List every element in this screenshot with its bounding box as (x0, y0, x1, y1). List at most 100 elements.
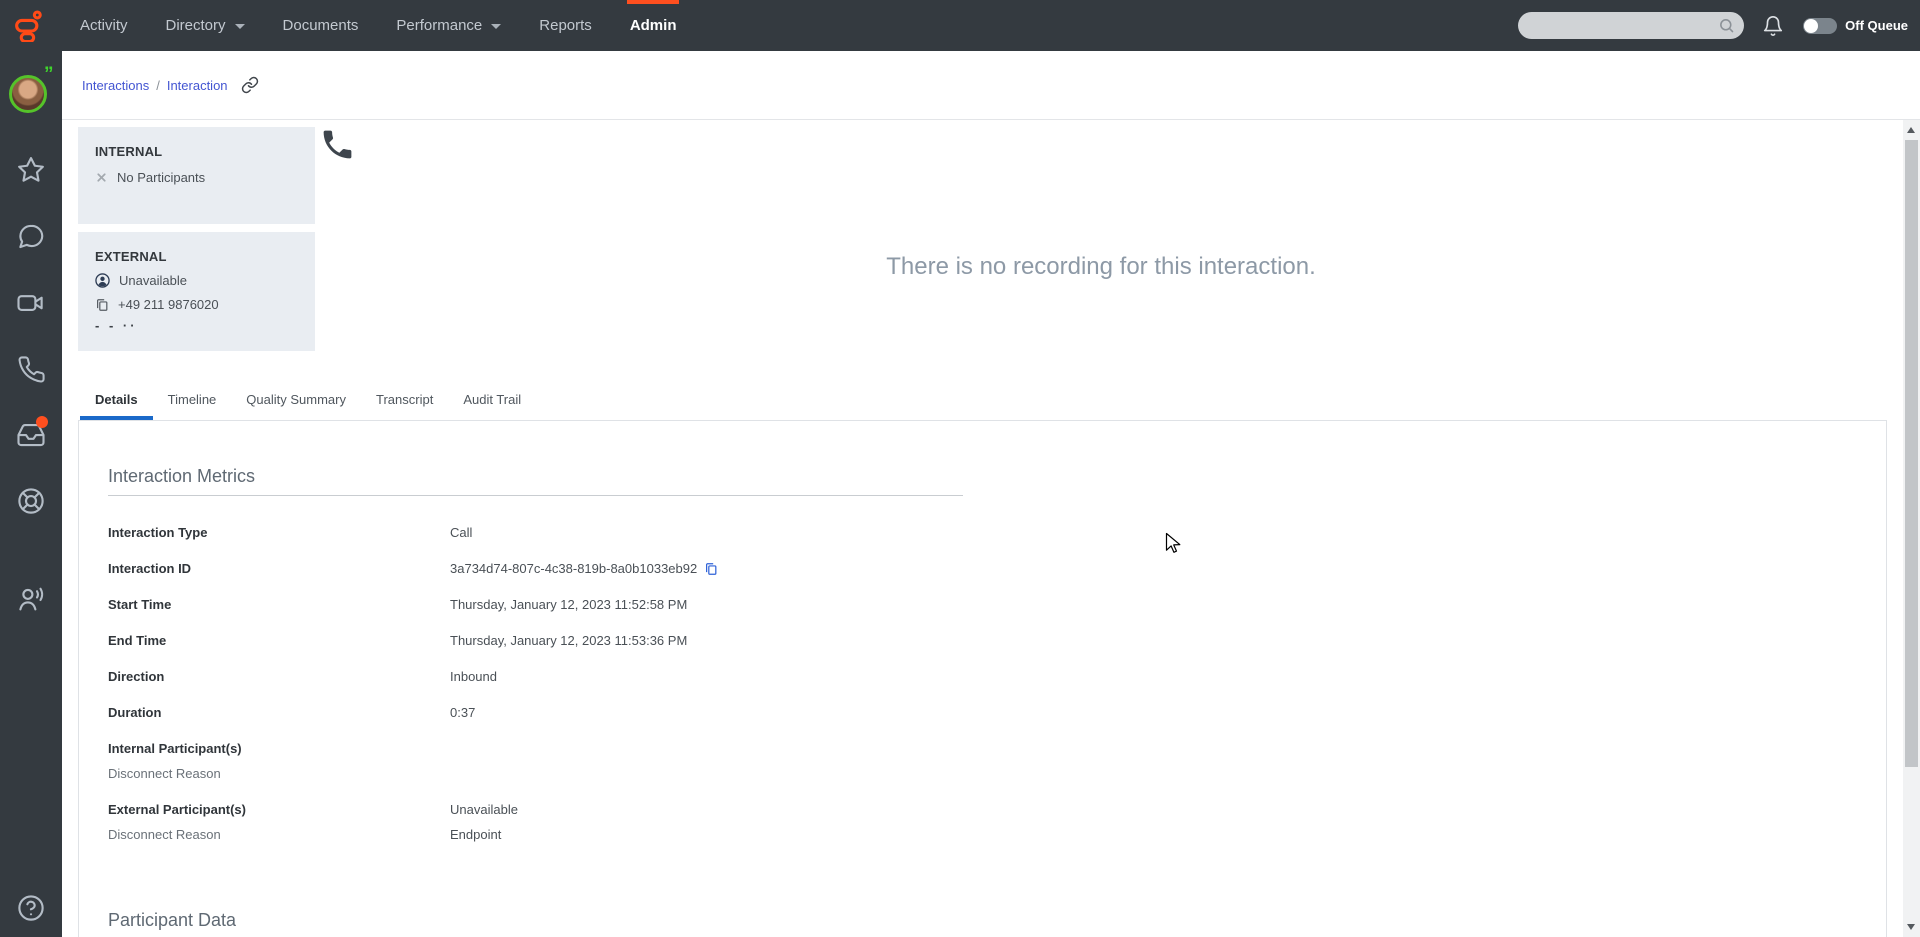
nav-label: Activity (80, 17, 128, 34)
tab-transcript[interactable]: Transcript (361, 384, 448, 420)
tab-details[interactable]: Details (80, 384, 153, 420)
metric-label: External Participant(s) (108, 802, 246, 817)
metric-row: Internal Participant(s) (108, 742, 1886, 756)
main-content: INTERNAL No Participants EXTERNAL Unavai… (62, 120, 1920, 937)
tab-timeline[interactable]: Timeline (153, 384, 232, 420)
details-card: Interaction Metrics Interaction Type Cal… (78, 420, 1887, 937)
nav-label: Performance (396, 17, 483, 34)
presence-quote-icon: ” (44, 64, 54, 85)
chat-bubble-icon[interactable] (13, 219, 49, 255)
nav-label: Directory (165, 17, 226, 34)
metric-row: Interaction ID 3a734d74-807c-4c38-819b-8… (108, 562, 1886, 576)
metric-value: Thursday, January 12, 2023 11:52:58 PM (450, 597, 688, 612)
global-search (1518, 12, 1745, 39)
metric-value: Unavailable (450, 802, 518, 817)
queue-status-toggle[interactable] (1803, 17, 1838, 34)
section-heading-participant-data: Participant Data (108, 910, 237, 930)
phone-icon[interactable] (13, 351, 49, 387)
participant-row-clipped: - - ·· (95, 321, 138, 329)
metric-value: Thursday, January 12, 2023 11:53:36 PM (450, 633, 688, 648)
scrollbar-thumb[interactable] (1905, 140, 1918, 767)
participant-row: Unavailable (95, 273, 315, 288)
scroll-down-arrow-icon[interactable] (1907, 924, 1915, 930)
metric-value: 0:37 (450, 705, 476, 720)
panel-title: EXTERNAL (95, 249, 167, 264)
help-icon[interactable] (13, 890, 49, 926)
user-avatar[interactable] (9, 75, 47, 113)
chevron-down-icon (234, 24, 245, 29)
left-sidebar: ” (0, 51, 62, 937)
metric-value: Endpoint (450, 827, 502, 842)
search-icon (1718, 17, 1735, 34)
breadcrumb-separator: / (156, 77, 160, 93)
x-icon (95, 171, 108, 184)
participant-text: No Participants (117, 170, 206, 185)
metric-value: Inbound (450, 669, 497, 684)
participant-phone-number: +49 211 9876020 (118, 297, 219, 312)
nav-label: Admin (629, 17, 677, 34)
metric-label: Direction (108, 669, 165, 684)
video-camera-icon[interactable] (13, 285, 49, 321)
search-input[interactable] (1530, 12, 1713, 39)
breadcrumb-link-interaction[interactable]: Interaction (167, 78, 228, 93)
panel-title: INTERNAL (95, 144, 163, 159)
metric-value: Call (450, 525, 473, 540)
metric-label: Duration (108, 705, 162, 720)
metric-row: Direction Inbound (108, 670, 1886, 684)
vertical-scrollbar[interactable] (1903, 120, 1920, 937)
chevron-down-icon (491, 24, 502, 29)
metric-row: End Time Thursday, January 12, 2023 11:5… (108, 634, 1886, 648)
favorites-star-icon[interactable] (13, 152, 49, 188)
metric-label: Interaction ID (108, 561, 192, 576)
breadcrumb-link-interactions[interactable]: Interactions (82, 78, 149, 93)
metric-row: Start Time Thursday, January 12, 2023 11… (108, 598, 1886, 612)
metric-row: Disconnect Reason (108, 767, 1886, 781)
copy-icon[interactable] (704, 562, 718, 576)
metric-row: Duration 0:37 (108, 706, 1886, 720)
metrics-rows: Interaction Type Call Interaction ID 3a7… (108, 526, 1886, 842)
nav-item-admin[interactable]: Admin (626, 0, 680, 51)
participant-row: +49 211 9876020 (95, 297, 315, 312)
toggle-knob (1804, 18, 1819, 33)
internal-participants-panel: INTERNAL No Participants (78, 127, 315, 224)
interactions-inbox-icon[interactable] (13, 416, 49, 453)
external-participants-panel: EXTERNAL Unavailable +49 211 9876020 - -… (78, 232, 315, 351)
top-bar-right: Off Queue (1518, 0, 1908, 51)
metric-row: External Participant(s) Unavailable (108, 803, 1886, 817)
nav-label: Documents (282, 17, 359, 34)
copy-icon[interactable] (95, 298, 109, 312)
scroll-up-arrow-icon[interactable] (1907, 127, 1915, 133)
metric-label: End Time (108, 633, 167, 648)
interaction-tabs: Details Timeline Quality Summary Transcr… (80, 384, 536, 420)
tab-audit-trail[interactable]: Audit Trail (448, 384, 536, 420)
copy-link-icon[interactable] (241, 76, 259, 94)
agent-speaking-icon[interactable] (13, 582, 49, 618)
participant-row: No Participants (95, 170, 315, 185)
top-bar: Activity Directory Documents Performance… (0, 0, 1920, 51)
nav-item-reports[interactable]: Reports (539, 0, 592, 51)
off-queue-label: Off Queue (1845, 18, 1908, 33)
nav-item-performance[interactable]: Performance (396, 0, 502, 51)
tab-quality-summary[interactable]: Quality Summary (231, 384, 361, 420)
metric-label: Disconnect Reason (108, 827, 221, 842)
metric-label: Internal Participant(s) (108, 741, 242, 756)
metric-row: Disconnect Reason Endpoint (108, 828, 1886, 842)
breadcrumb: Interactions / Interaction (62, 51, 1920, 120)
nav-item-activity[interactable]: Activity (80, 0, 128, 51)
genesys-logo-icon[interactable] (13, 9, 46, 42)
support-lifebuoy-icon[interactable] (13, 483, 49, 519)
call-type-phone-icon (319, 126, 356, 163)
metric-label: Start Time (108, 597, 172, 612)
no-recording-message: There is no recording for this interacti… (886, 253, 1316, 280)
section-heading-interaction-metrics: Interaction Metrics (108, 466, 256, 486)
main-navigation: Activity Directory Documents Performance… (80, 0, 680, 51)
nav-item-documents[interactable]: Documents (283, 0, 359, 51)
metric-value: 3a734d74-807c-4c38-819b-8a0b1033eb92 (450, 562, 718, 576)
nav-item-directory[interactable]: Directory (166, 0, 245, 51)
notifications-bell-icon[interactable] (1762, 15, 1784, 37)
metric-label: Interaction Type (108, 525, 208, 540)
nav-label: Reports (539, 17, 592, 34)
metric-label: Disconnect Reason (108, 766, 221, 781)
notification-dot (36, 416, 48, 428)
user-circle-icon (95, 273, 110, 288)
